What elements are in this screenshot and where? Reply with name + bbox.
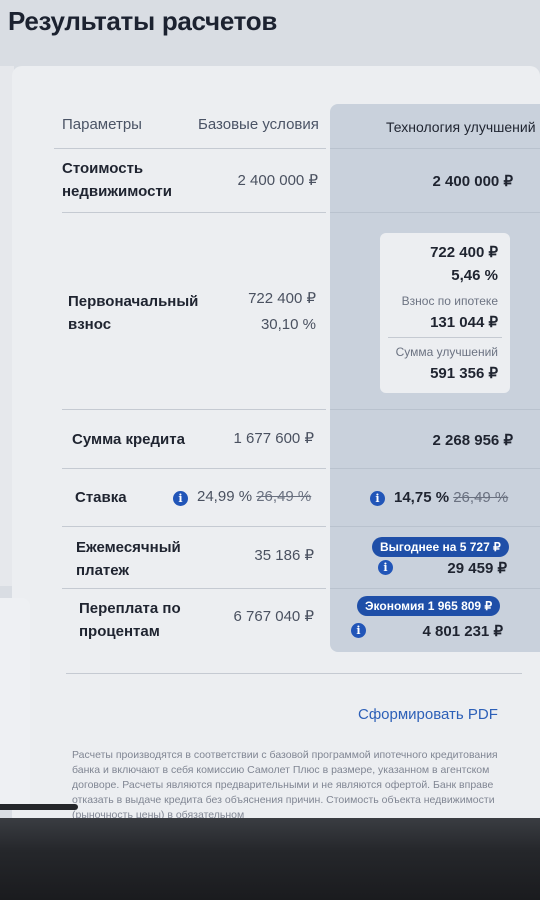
monthly-base-value: 35 186 ₽ [254, 547, 314, 564]
overpay-savings-badge: Экономия 1 965 809 ₽ [357, 596, 501, 616]
monthly-savings-badge: Выгоднее на 5 727 ₽ [372, 537, 509, 557]
row-label-downpayment: Первоначальный взнос [68, 293, 199, 333]
improvements-sum-label: Сумма улучшений [395, 345, 498, 359]
overpay-tech-value: 4 801 231 ₽ [422, 623, 503, 640]
row-label-monthly: Ежемесячный платеж [76, 539, 181, 579]
rate-tech: 14,75 % 26,49 % [394, 489, 509, 506]
divider [330, 409, 540, 410]
generate-pdf-link[interactable]: Сформировать PDF [358, 706, 498, 723]
header-base: Базовые условия [198, 116, 319, 133]
price-base-value: 2 400 000 ₽ [237, 172, 318, 189]
divider [330, 588, 540, 589]
price-tech-value: 2 400 000 ₽ [432, 173, 513, 190]
info-icon[interactable]: i [370, 491, 385, 506]
divider [66, 673, 522, 674]
side-panel-edge-lower [0, 598, 30, 808]
divider [62, 588, 326, 589]
row-label-loan: Сумма кредита [72, 431, 185, 448]
downpayment-tech-amount: 722 400 ₽ [430, 244, 498, 261]
divider [330, 148, 540, 149]
divider [388, 337, 502, 338]
row-label-overpay: Переплата по процентам [79, 600, 181, 640]
row-label-rate: Ставка [75, 489, 127, 506]
header-params: Параметры [62, 116, 142, 133]
downpayment-tech-breakdown: 722 400 ₽ 5,46 % Взнос по ипотеке 131 04… [380, 233, 510, 393]
divider [330, 468, 540, 469]
overpay-base-value: 6 767 040 ₽ [233, 608, 314, 625]
info-icon[interactable]: i [173, 491, 188, 506]
rate-base: 24,99 % 26,49 % [197, 488, 312, 505]
info-icon[interactable]: i [351, 623, 366, 638]
downpayment-tech-percent: 5,46 % [451, 267, 498, 284]
divider [62, 212, 326, 213]
loan-tech-value: 2 268 956 ₽ [432, 432, 513, 449]
mortgage-contribution-value: 131 044 ₽ [430, 314, 498, 331]
mortgage-contribution-label: Взнос по ипотеке [401, 294, 498, 308]
header-tech: Технология улучшений [386, 119, 536, 135]
screen-bezel-edge [0, 804, 78, 810]
info-icon[interactable]: i [378, 560, 393, 575]
divider [330, 526, 540, 527]
monthly-tech-value: 29 459 ₽ [447, 560, 507, 577]
loan-base-value: 1 677 600 ₽ [233, 430, 314, 447]
divider [62, 468, 326, 469]
divider [330, 212, 540, 213]
improvements-sum-value: 591 356 ₽ [430, 365, 498, 382]
page-title: Результаты расчетов [8, 6, 278, 36]
divider [62, 409, 326, 410]
divider [62, 526, 326, 527]
row-label-price: Стоимость недвижимости [62, 160, 172, 200]
downpayment-base: 722 400 ₽ 30,10 % [248, 290, 316, 333]
divider [54, 148, 326, 149]
disclaimer-text: Расчеты производятся в соответствии с ба… [72, 749, 498, 818]
device-bezel [0, 818, 540, 900]
